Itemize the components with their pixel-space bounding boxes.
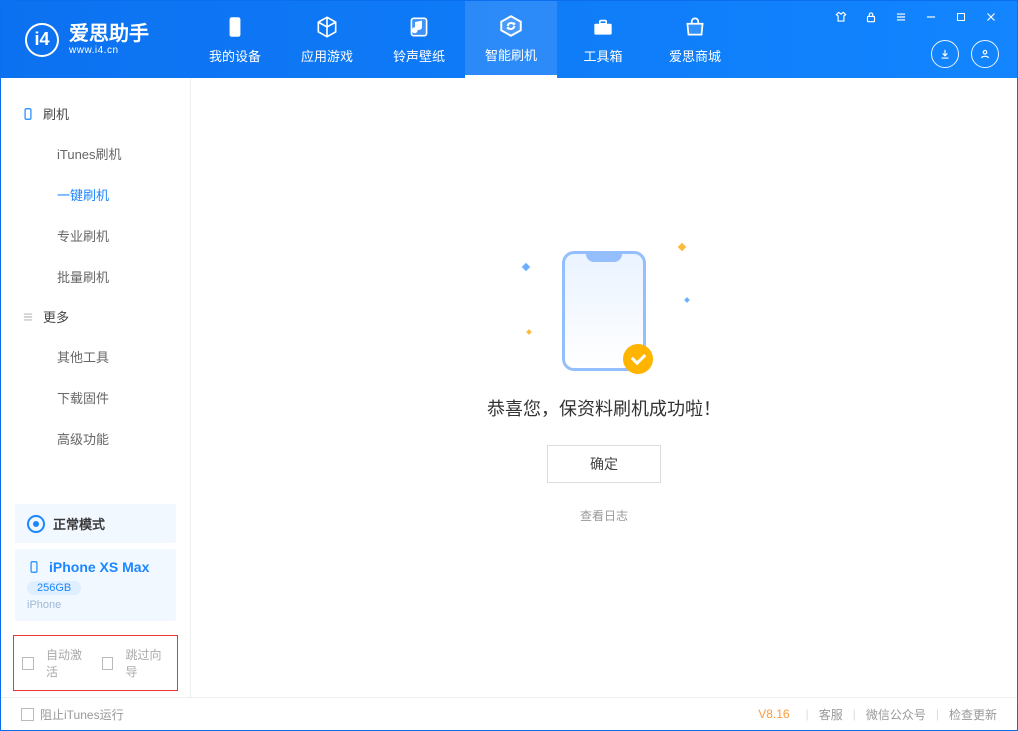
brand-name: 爱思助手: [69, 23, 149, 45]
label-auto-activate: 自动激活: [46, 646, 90, 680]
mode-label: 正常模式: [53, 514, 105, 533]
checkbox-block-itunes[interactable]: [21, 708, 34, 721]
shirt-icon[interactable]: [833, 9, 849, 25]
maximize-button[interactable]: [953, 9, 969, 25]
success-illustration: [562, 251, 646, 371]
device-name: iPhone XS Max: [49, 559, 149, 575]
titlebar: i4 爱思助手 www.i4.cn 我的设备 应用游戏 铃声壁纸 智能刷机: [1, 1, 1017, 78]
link-service[interactable]: 客服: [819, 706, 843, 723]
phone-small-icon: [27, 560, 41, 574]
nav-batch-flash[interactable]: 批量刷机: [1, 256, 190, 297]
nav-advanced[interactable]: 高级功能: [1, 418, 190, 459]
lock-icon[interactable]: [863, 9, 879, 25]
menu-icon[interactable]: [893, 9, 909, 25]
main-content: 恭喜您，保资料刷机成功啦！ 确定 查看日志: [191, 78, 1017, 697]
mode-card[interactable]: 正常模式: [15, 504, 176, 543]
list-icon: [21, 310, 35, 324]
tab-ringtones[interactable]: 铃声壁纸: [373, 1, 465, 78]
music-icon: [406, 14, 432, 40]
nav-other-tools[interactable]: 其他工具: [1, 336, 190, 377]
tab-smart-flash[interactable]: 智能刷机: [465, 1, 557, 78]
device-card[interactable]: iPhone XS Max 256GB iPhone: [15, 549, 176, 621]
group-header-flash: 刷机: [1, 94, 190, 133]
window-controls: [833, 9, 999, 25]
device-icon: [21, 107, 35, 121]
brand-url: www.i4.cn: [69, 45, 149, 56]
group-header-more: 更多: [1, 297, 190, 336]
app-window: i4 爱思助手 www.i4.cn 我的设备 应用游戏 铃声壁纸 智能刷机: [0, 0, 1018, 731]
option-highlight-box: 自动激活 跳过向导: [13, 635, 178, 691]
label-skip-guide: 跳过向导: [125, 646, 169, 680]
user-button[interactable]: [971, 40, 999, 68]
checkmark-badge-icon: [623, 344, 653, 374]
sidebar: 刷机 iTunes刷机 一键刷机 专业刷机 批量刷机 更多 其他工具 下载固件 …: [1, 78, 191, 697]
tab-shop[interactable]: 爱思商城: [649, 1, 741, 78]
logo-icon: i4: [25, 23, 59, 57]
tab-my-device[interactable]: 我的设备: [189, 1, 281, 78]
statusbar: 阻止iTunes运行 V8.16 | 客服 | 微信公众号 | 检查更新: [1, 697, 1017, 730]
minimize-button[interactable]: [923, 9, 939, 25]
device-model: iPhone: [27, 599, 164, 611]
phone-icon: [222, 14, 248, 40]
main-tabs: 我的设备 应用游戏 铃声壁纸 智能刷机 工具箱 爱思商城: [189, 1, 741, 78]
toolbox-icon: [590, 14, 616, 40]
refresh-icon: [498, 13, 524, 39]
confirm-button[interactable]: 确定: [547, 445, 661, 483]
nav-one-click-flash[interactable]: 一键刷机: [1, 174, 190, 215]
cube-icon: [314, 14, 340, 40]
tab-toolbox[interactable]: 工具箱: [557, 1, 649, 78]
nav-pro-flash[interactable]: 专业刷机: [1, 215, 190, 256]
mode-icon: [27, 515, 45, 533]
device-capacity: 256GB: [27, 581, 81, 595]
checkbox-skip-guide[interactable]: [102, 657, 114, 670]
tab-apps[interactable]: 应用游戏: [281, 1, 373, 78]
checkbox-auto-activate[interactable]: [22, 657, 34, 670]
view-log-link[interactable]: 查看日志: [580, 507, 628, 524]
version-label: V8.16: [758, 707, 789, 721]
close-button[interactable]: [983, 9, 999, 25]
shop-icon: [682, 14, 708, 40]
success-message: 恭喜您，保资料刷机成功啦！: [487, 395, 721, 421]
link-check-update[interactable]: 检查更新: [949, 706, 997, 723]
link-wechat[interactable]: 微信公众号: [866, 706, 926, 723]
nav-download-firmware[interactable]: 下载固件: [1, 377, 190, 418]
nav-itunes-flash[interactable]: iTunes刷机: [1, 133, 190, 174]
download-button[interactable]: [931, 40, 959, 68]
label-block-itunes: 阻止iTunes运行: [40, 706, 124, 723]
app-logo: i4 爱思助手 www.i4.cn: [25, 1, 149, 78]
